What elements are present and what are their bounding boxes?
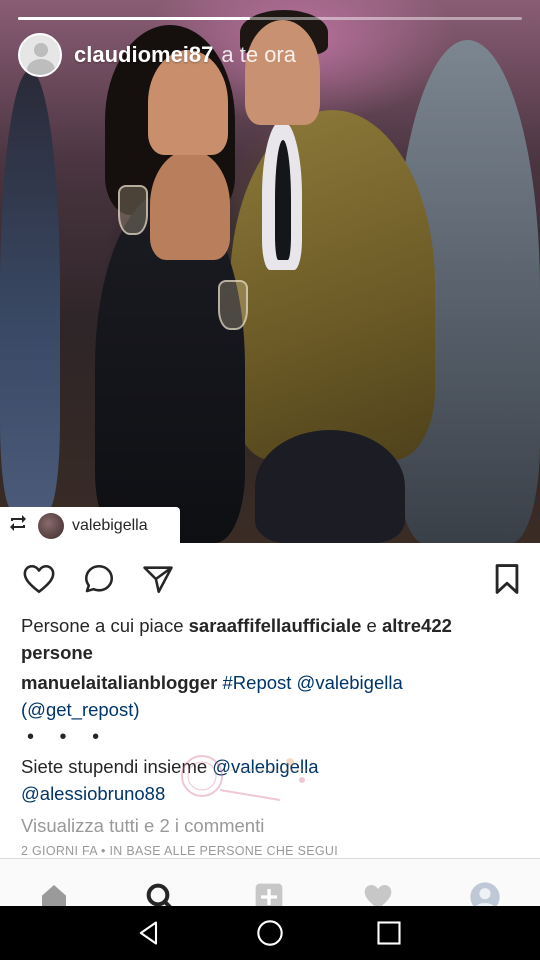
- repost-avatar: [38, 512, 64, 539]
- caption-hashtag-link[interactable]: #Repost: [223, 672, 292, 693]
- post-photo[interactable]: claudiomei87 a te ora valebigella: [0, 0, 540, 543]
- repost-tag[interactable]: valebigella: [0, 507, 180, 543]
- story-time: a te ora: [221, 42, 296, 67]
- nav-home-button[interactable]: [255, 918, 285, 948]
- search-icon: [146, 883, 172, 906]
- wine-glass: [218, 280, 248, 330]
- profile-icon: [470, 882, 500, 906]
- heart-icon: [364, 885, 392, 906]
- comment-bubble-icon: [84, 564, 114, 593]
- likes-conjunction: e: [366, 615, 377, 636]
- repost-username: valebigella: [72, 516, 148, 534]
- bookmark-icon: [495, 564, 519, 594]
- tab-profile[interactable]: [468, 881, 502, 906]
- save-button[interactable]: [489, 561, 525, 597]
- system-navigation-bar: [0, 906, 540, 960]
- comment-button[interactable]: [81, 561, 117, 597]
- avatar[interactable]: [18, 33, 62, 77]
- view-all-comments-link[interactable]: Visualizza tutti e 2 i commenti: [21, 812, 521, 839]
- photo-man-trousers: [255, 430, 405, 543]
- story-username[interactable]: claudiomei87: [74, 42, 213, 68]
- photo-woman-skin: [150, 150, 230, 260]
- share-button[interactable]: [140, 561, 176, 597]
- caption-mention-link[interactable]: @valebigella: [297, 672, 403, 693]
- story-header: claudiomei87 a te ora: [18, 33, 296, 77]
- plus-square-icon: [255, 883, 283, 906]
- bottom-tab-bar: [0, 858, 540, 906]
- like-button[interactable]: [21, 561, 57, 597]
- tab-home[interactable]: [37, 881, 71, 906]
- repost-arrows-icon: [8, 514, 32, 538]
- watermark-logo: [181, 755, 310, 801]
- home-circle-icon: [257, 920, 283, 946]
- back-triangle-icon: [139, 921, 158, 945]
- photo-background-person-left: [0, 70, 60, 510]
- post-date: 2 GIORNI FA • IN BASE ALLE PERSONE CHE S…: [21, 844, 338, 858]
- recents-square-icon: [377, 921, 401, 945]
- nav-back-button[interactable]: [134, 918, 164, 948]
- heart-outline-icon: [23, 564, 55, 594]
- caption-source-link[interactable]: (@get_repost): [21, 699, 140, 720]
- home-icon: [42, 885, 66, 906]
- caption-dots: • • •: [27, 726, 110, 748]
- caption: manuelaitalianblogger #Repost @valebigel…: [21, 669, 521, 723]
- post-details: Persone a cui piace saraaffifellaufficia…: [21, 612, 521, 858]
- comment-mention-link[interactable]: @alessiobruno88: [21, 783, 165, 804]
- nav-recents-button[interactable]: [374, 918, 404, 948]
- post-action-bar: [0, 557, 540, 601]
- wine-glass: [118, 185, 148, 235]
- likes-prefix: Persone a cui piace: [21, 615, 184, 636]
- story-progress-bar: [18, 17, 522, 20]
- tab-activity[interactable]: [361, 881, 395, 906]
- avatar-placeholder-icon: [34, 43, 48, 57]
- tab-add-post[interactable]: [252, 881, 286, 906]
- likes-user-link[interactable]: saraaffifellaufficiale: [189, 615, 362, 636]
- photo-man-tie: [275, 140, 291, 260]
- caption-author-link[interactable]: manuelaitalianblogger: [21, 672, 217, 693]
- paper-plane-icon: [143, 566, 173, 594]
- tab-search[interactable]: [143, 881, 177, 906]
- likes-line: Persone a cui piace saraaffifellaufficia…: [21, 612, 521, 666]
- photo-man-jacket: [230, 110, 435, 460]
- story-progress-fill: [18, 17, 250, 20]
